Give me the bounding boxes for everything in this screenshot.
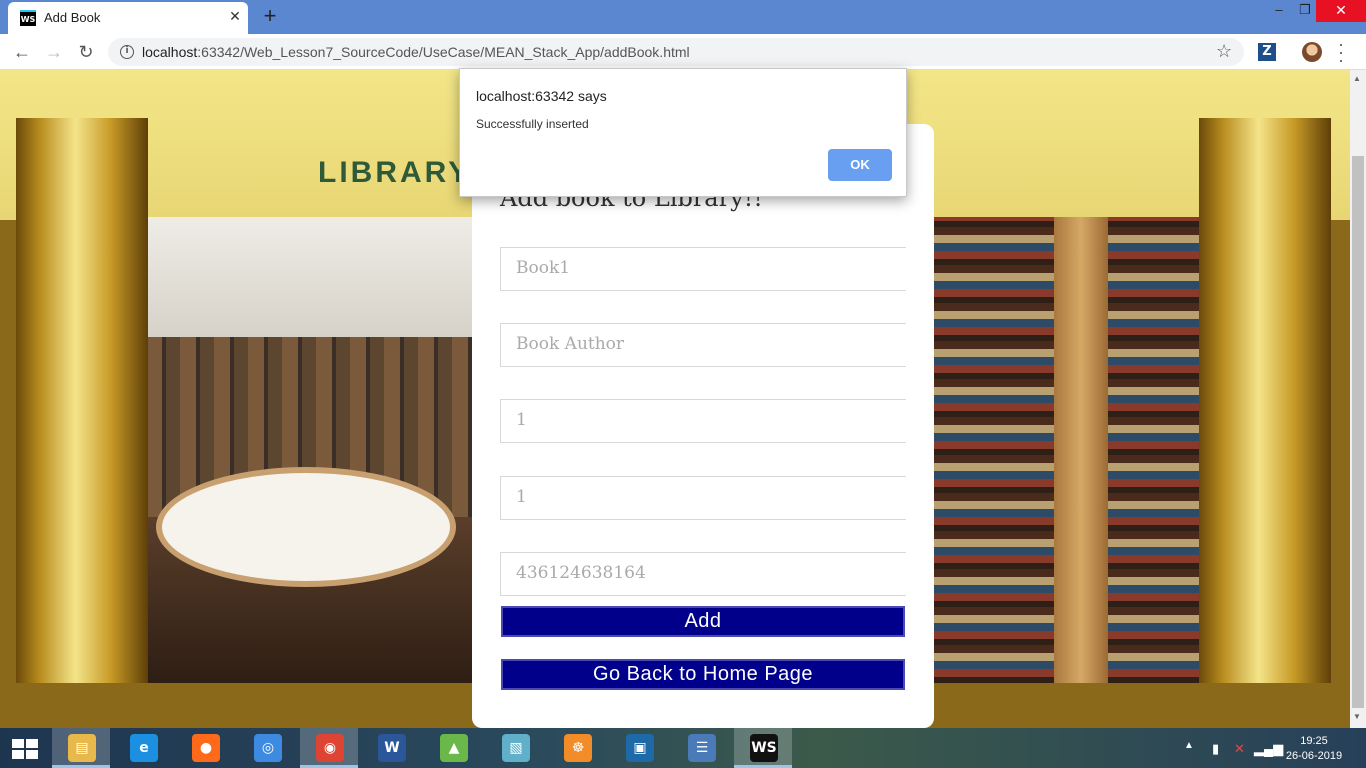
network-disconnected-icon[interactable]: ✕ [1234,741,1245,757]
android-studio-icon: ▲ [440,734,468,762]
taskbar-webstorm-button[interactable]: WS [734,728,792,768]
app-notes-icon: ▧ [502,734,530,762]
library-photo-right [934,217,1199,683]
gold-pillar-left [16,118,148,683]
battery-icon[interactable]: ▮ [1212,741,1219,757]
tab-title: Add Book [44,10,101,25]
internet-explorer-icon: e [130,734,158,762]
library-photo-left [146,217,472,683]
add-button[interactable]: Add [501,606,905,637]
clock[interactable]: 19:25 26-06-2019 [1276,734,1352,764]
url-text[interactable]: localhost:63342/Web_Lesson7_SourceCode/U… [142,44,690,60]
scroll-up-icon[interactable]: ▲ [1353,74,1361,83]
extension-z-icon[interactable]: Z [1258,43,1276,61]
taskbar-network-app-button[interactable]: ☰ [672,728,730,768]
taskbar-app-notes-button[interactable]: ▧ [486,728,544,768]
file-explorer-icon: ▤ [68,734,96,762]
reading-table [156,467,456,587]
scrollbar-thumb[interactable] [1352,156,1364,708]
windows-taskbar: ▤ e ● ◎ ◉ W ▲ ▧ ☸ ▣ ☰ WS ▲ ▮ ✕ ▂▄▆ 19:25 26-06-2019 [0,728,1366,768]
clock-date: 26-06-2019 [1285,750,1343,762]
alert-title: localhost:63342 says [476,88,607,104]
alert-dialog: localhost:63342 says Successfully insert… [459,68,907,197]
gold-pillar-right [1199,118,1331,683]
network-app-icon: ☰ [688,734,716,762]
taskbar-word-button[interactable]: W [362,728,420,768]
bookmark-star-icon[interactable]: ☆ [1216,41,1232,62]
taskbar-app-orange-button[interactable]: ☸ [548,728,606,768]
site-info-icon[interactable]: i [120,45,134,59]
tab-close-icon[interactable]: ✕ [226,8,244,25]
page-scrollbar[interactable]: ▲ ▼ [1350,70,1366,728]
book-field-4-input[interactable]: 1 [500,476,906,520]
windows-start-icon[interactable] [12,739,38,759]
browser-toolbar: ← → ↻ i localhost:63342/Web_Lesson7_Sour… [0,34,1366,70]
close-window-button[interactable]: ✕ [1316,0,1366,22]
chrome-icon: ◉ [316,734,344,762]
book-field-5-input[interactable]: 436124638164 [500,552,906,596]
app-frame-icon: ▣ [626,734,654,762]
browser-menu-icon[interactable]: · · · [1336,35,1346,69]
book-author-input[interactable]: Book Author [500,323,906,367]
profile-avatar[interactable] [1302,42,1322,62]
firefox-icon: ● [192,734,220,762]
back-button[interactable]: ← [10,40,34,64]
forward-button[interactable]: → [42,40,66,64]
taskbar-app-frame-button[interactable]: ▣ [610,728,668,768]
tray-expand-icon[interactable]: ▲ [1184,740,1194,751]
browser-titlebar: WS Add Book ✕ + ‒ ❐ ✕ [0,0,1366,34]
url-path: :63342/Web_Lesson7_SourceCode/UseCase/ME… [197,44,690,60]
taskbar-internet-explorer-button[interactable]: e [114,728,172,768]
book-field-3-input[interactable]: 1 [500,399,906,443]
word-icon: W [378,734,406,762]
taskbar-app-blue-button[interactable]: ◎ [238,728,296,768]
address-bar[interactable]: i localhost:63342/Web_Lesson7_SourceCode… [108,38,1244,66]
home-page-button[interactable]: Go Back to Home Page [501,659,905,690]
taskbar-chrome-button[interactable]: ◉ [300,728,358,768]
reload-button[interactable]: ↻ [74,40,98,64]
book-name-input[interactable]: Book1 [500,247,906,291]
app-orange-icon: ☸ [564,734,592,762]
taskbar-android-studio-button[interactable]: ▲ [424,728,482,768]
webstorm-favicon-icon: WS [20,10,36,26]
library-ceiling [146,217,472,337]
new-tab-button[interactable]: + [258,4,282,28]
webstorm-icon: WS [750,734,778,762]
scroll-down-icon[interactable]: ▼ [1353,712,1361,721]
bookshelf-post [1054,217,1108,683]
alert-ok-button[interactable]: OK [828,149,892,181]
app-blue-icon: ◎ [254,734,282,762]
alert-message: Successfully inserted [476,117,589,131]
browser-tab[interactable]: WS Add Book ✕ [8,2,248,34]
clock-time: 19:25 [1300,735,1328,747]
add-book-form: Add book to Library!! Book1 Book Author … [472,124,934,728]
taskbar-firefox-button[interactable]: ● [176,728,234,768]
taskbar-file-explorer-button[interactable]: ▤ [52,728,110,768]
url-host: localhost [142,44,198,60]
